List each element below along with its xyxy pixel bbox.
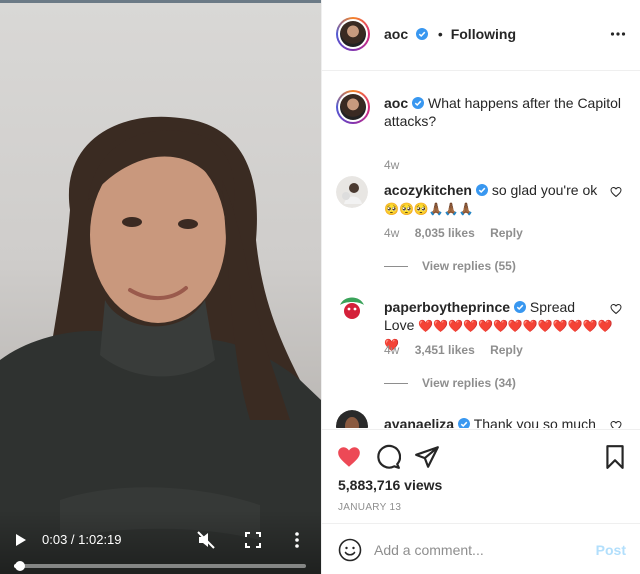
view-replies-label: View replies (34)	[422, 376, 516, 390]
view-count[interactable]: 5,883,716 views	[338, 477, 442, 493]
reply-button[interactable]: Reply	[490, 226, 523, 240]
comments-list[interactable]: aoc What happens after the Capitol attac…	[322, 72, 640, 428]
verified-badge-icon	[514, 301, 527, 313]
commenter-avatar[interactable]	[336, 293, 368, 325]
caption-age: 4w	[384, 158, 400, 172]
commenter-avatar[interactable]	[336, 410, 368, 428]
post-header: aoc • Following	[322, 0, 640, 71]
video-time: 0:03 / 1:02:19	[42, 532, 122, 547]
comment-like-icon[interactable]	[610, 303, 622, 315]
play-icon[interactable]	[10, 530, 30, 550]
post-side-panel: aoc • Following aoc What happens after t…	[321, 0, 640, 574]
comment-item: paperboytheprince Spread Love ❤️❤️❤️❤️❤️…	[336, 293, 636, 393]
view-replies-label: View replies (55)	[422, 259, 516, 273]
post-button[interactable]: Post	[596, 542, 626, 558]
comment-bubble-icon[interactable]	[375, 444, 401, 470]
comment-like-icon[interactable]	[610, 420, 622, 428]
following-button[interactable]: Following	[451, 26, 516, 42]
more-vertical-icon[interactable]	[289, 530, 305, 550]
emoji-smiley-icon[interactable]	[338, 538, 362, 562]
comment-text-2: Love	[384, 317, 415, 333]
comment-input[interactable]	[374, 538, 584, 562]
caption-username[interactable]: aoc	[384, 95, 408, 111]
comment-age: 4w	[384, 226, 400, 240]
comment-meta: 4w 3,451 likes Reply	[384, 343, 535, 357]
fullscreen-icon[interactable]	[243, 530, 263, 550]
post-date[interactable]: JANUARY 13	[338, 502, 401, 513]
video-frame	[0, 116, 321, 574]
heart-filled-icon[interactable]	[336, 444, 362, 470]
comment-username[interactable]: ayanaeliza	[384, 416, 454, 428]
video-controls: 0:03 / 1:02:19	[0, 510, 321, 574]
video-player[interactable]: 0:03 / 1:02:19	[0, 0, 321, 574]
video-progress-bar[interactable]	[14, 561, 306, 571]
verified-badge-icon	[475, 184, 488, 196]
more-horizontal-icon[interactable]	[610, 26, 626, 42]
comment-meta: 4w 8,035 likes Reply	[384, 226, 535, 240]
comment-like-icon[interactable]	[610, 186, 622, 198]
separator-dot: •	[437, 26, 443, 42]
verified-badge-icon	[416, 28, 429, 40]
muted-speaker-icon[interactable]	[196, 530, 216, 550]
verified-badge-icon	[458, 418, 471, 428]
comment-username[interactable]: paperboytheprince	[384, 299, 510, 315]
comment-username[interactable]: acozykitchen	[384, 182, 472, 198]
caption-avatar[interactable]	[336, 90, 370, 124]
comment-item: ayanaeliza Thank you so much	[336, 410, 636, 428]
bookmark-icon[interactable]	[602, 444, 628, 470]
comment-text: so glad you're ok	[491, 182, 598, 198]
reply-button[interactable]: Reply	[490, 343, 523, 357]
share-paper-plane-icon[interactable]	[414, 444, 440, 470]
add-comment-bar: Post	[322, 523, 640, 574]
comment-item: acozykitchen so glad you're ok 🥺🥺🥺🙏🏾🙏🏾🙏🏾…	[336, 176, 636, 276]
header-user: aoc • Following	[384, 26, 516, 42]
view-replies-button[interactable]: View replies (34)	[384, 376, 516, 390]
header-username[interactable]: aoc	[384, 26, 408, 42]
video-progress-handle[interactable]	[14, 561, 25, 571]
comment-age: 4w	[384, 343, 400, 357]
avatar[interactable]	[336, 17, 370, 51]
comment-likes[interactable]: 3,451 likes	[415, 343, 475, 357]
verified-badge-icon	[412, 97, 425, 109]
comment-text: Thank you so much	[473, 416, 596, 428]
commenter-avatar[interactable]	[336, 176, 368, 208]
post-actions: 5,883,716 views JANUARY 13	[322, 429, 640, 523]
comment-emoji: 🥺🥺🥺🙏🏾🙏🏾🙏🏾	[384, 202, 474, 216]
comment-likes[interactable]: 8,035 likes	[415, 226, 475, 240]
view-replies-button[interactable]: View replies (55)	[384, 259, 516, 273]
comment-text: Spread	[529, 299, 576, 315]
